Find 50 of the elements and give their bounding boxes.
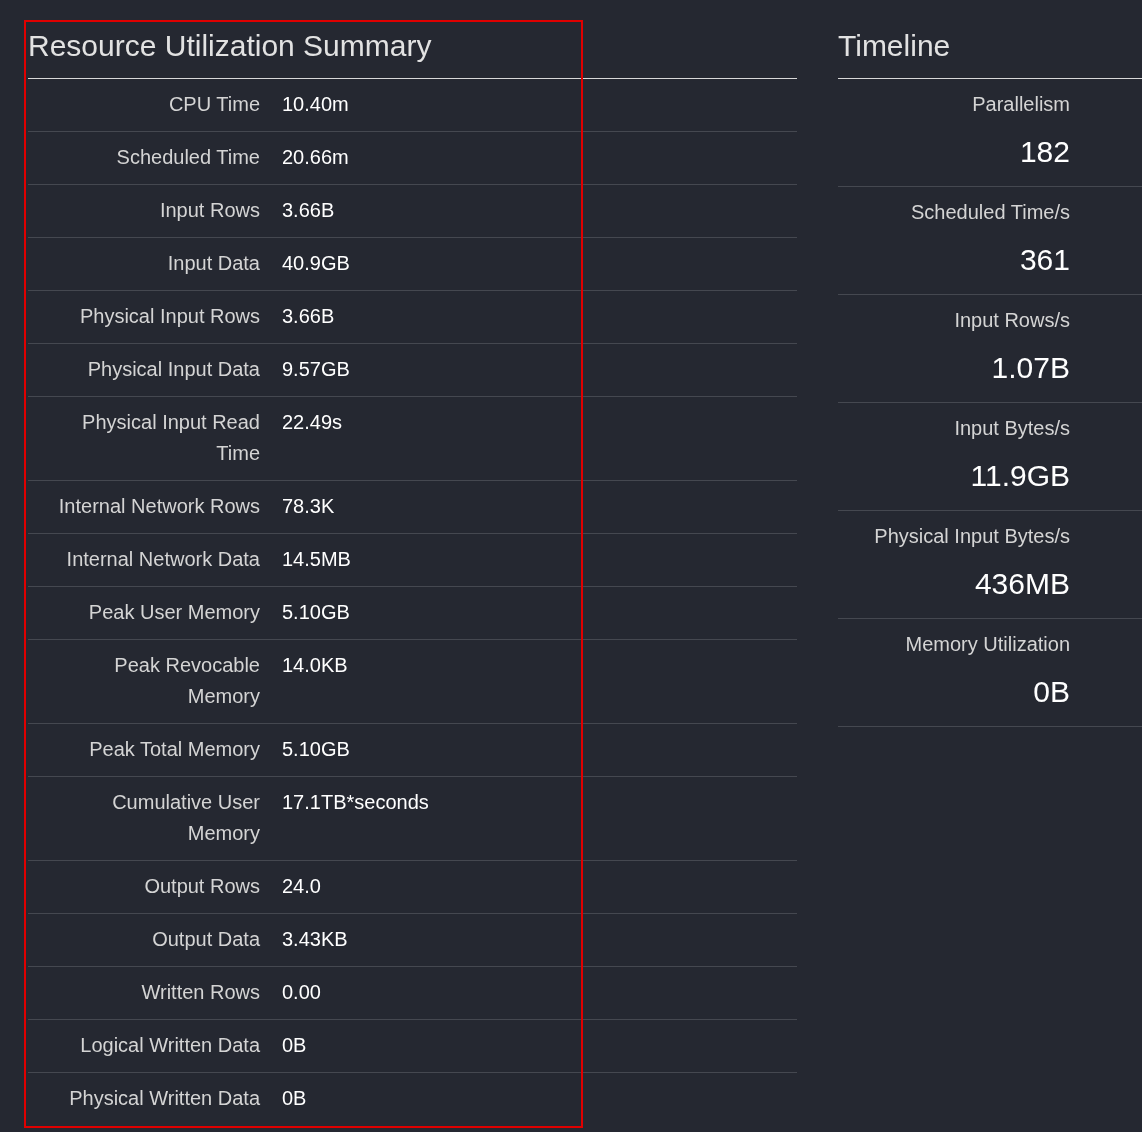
- stat-value: 1.07B: [991, 350, 1070, 386]
- metric-value: 24.0: [282, 874, 321, 899]
- metric-label: Logical Written Data: [79, 1033, 260, 1058]
- metric-value: 5.10GB: [282, 600, 350, 625]
- stat-value: 11.9GB: [970, 458, 1070, 494]
- metric-label: Output Rows: [143, 874, 260, 899]
- stat-label: Physical Input Bytes/s: [874, 524, 1070, 549]
- stat-label: Memory Utilization: [905, 632, 1070, 657]
- metric-value: 0.00: [282, 980, 321, 1005]
- metric-value: 14.5MB: [282, 547, 351, 572]
- stat-value: 436MB: [974, 566, 1070, 602]
- metric-label: Cumulative User Memory: [111, 790, 260, 846]
- metric-value: 5.10GB: [282, 737, 350, 762]
- metric-value: 22.49s: [282, 410, 343, 435]
- stat-value: 361: [1019, 242, 1070, 278]
- stat-label: Input Bytes/s: [954, 416, 1070, 441]
- section-title: Timeline: [838, 0, 1142, 79]
- stat-value: 182: [1019, 134, 1070, 170]
- metric-value: 14.0KB: [282, 653, 348, 678]
- metric-label: Peak User Memory: [87, 600, 260, 625]
- metric-label: Physical Input Data: [86, 357, 260, 382]
- metric-label: Peak Total Memory: [88, 737, 260, 762]
- metric-label: Internal Network Rows: [57, 494, 260, 519]
- metric-value: 9.57GB: [282, 357, 350, 382]
- metric-label: Output Data: [151, 927, 260, 952]
- metric-value: 78.3K: [282, 494, 335, 519]
- metric-label: Physical Written Data: [68, 1086, 260, 1111]
- metric-label: Internal Network Data: [65, 547, 260, 572]
- metric-value: 0B: [282, 1086, 307, 1111]
- metric-label: Input Rows: [158, 198, 260, 223]
- metric-value: 3.43KB: [282, 927, 348, 952]
- metric-value: 17.1TB*seconds: [282, 790, 429, 815]
- metric-label: CPU Time: [167, 92, 260, 117]
- metric-value: 40.9GB: [282, 251, 350, 276]
- stat-label: Input Rows/s: [954, 308, 1070, 333]
- metric-label: Physical Input Read Time: [81, 410, 260, 466]
- metric-label: Physical Input Rows: [78, 304, 260, 329]
- metric-value: 20.66m: [282, 145, 349, 170]
- section-title: Resource Utilization Summary: [28, 0, 797, 79]
- metric-label: Input Data: [166, 251, 260, 276]
- metric-label: Peak Revocable Memory: [113, 653, 260, 709]
- metric-label: Scheduled Time: [115, 145, 260, 170]
- stat-label: Parallelism: [972, 92, 1070, 117]
- metric-label: Written Rows: [140, 980, 260, 1005]
- metric-value: 10.40m: [282, 92, 349, 117]
- stat-value: 0B: [1033, 674, 1070, 710]
- stat-label: Scheduled Time/s: [911, 200, 1070, 225]
- metric-value: 3.66B: [282, 304, 335, 329]
- metric-value: 3.66B: [282, 198, 335, 223]
- metric-value: 0B: [282, 1033, 307, 1058]
